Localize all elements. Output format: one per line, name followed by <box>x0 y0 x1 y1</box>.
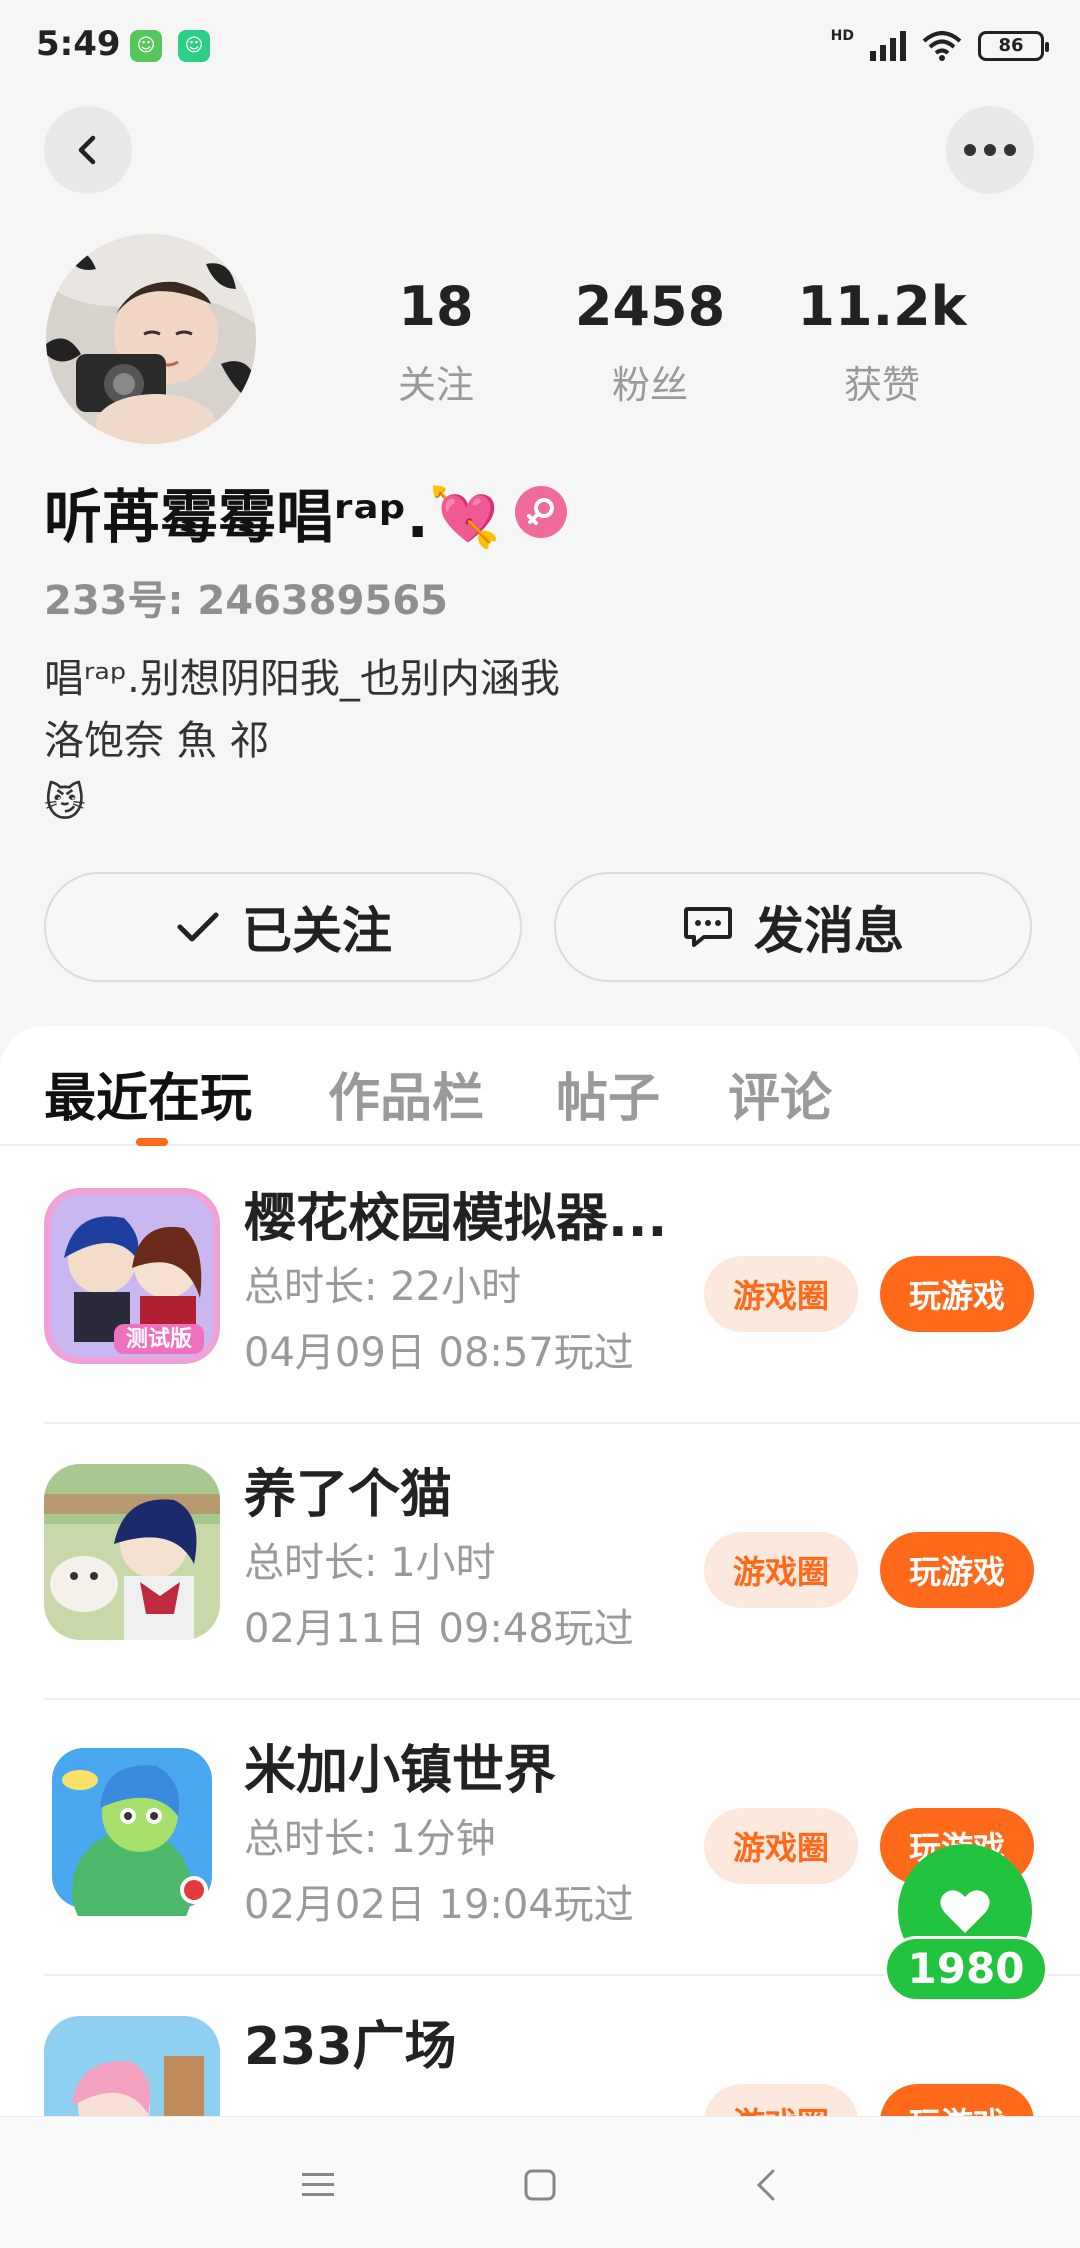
game-list-item[interactable]: 养了个猫 总时长: 1小时 02月11日 09:48玩过 游戏圈 玩游戏 <box>44 1424 1080 1700</box>
chat-bubble-icon <box>684 907 732 947</box>
tab-bar: 最近在玩 作品栏 帖子 评论 <box>0 1026 1080 1146</box>
send-message-button[interactable]: 发消息 <box>554 872 1032 982</box>
more-dots-icon <box>964 144 1016 156</box>
followed-button[interactable]: 已关注 <box>44 872 522 982</box>
tab-comments[interactable]: 评论 <box>728 1056 832 1131</box>
tab-recently-played[interactable]: 最近在玩 <box>44 1056 252 1131</box>
bio-line: 😼 <box>44 780 86 826</box>
status-bar: 5:49 ☺ ☺ HD 86 <box>0 0 1080 96</box>
back-button[interactable] <box>44 106 132 194</box>
app-notification-icon: ☺ <box>130 30 162 62</box>
game-name: 养了个猫 <box>244 1465 453 1525</box>
signal-icon <box>870 31 906 61</box>
svg-text:测试版: 测试版 <box>126 1327 192 1352</box>
stat-fans[interactable]: 2458 粉丝 <box>550 272 750 409</box>
following-count: 18 <box>398 275 474 338</box>
play-game-button[interactable]: 玩游戏 <box>880 1256 1034 1332</box>
user-id: 233号: 246389565 <box>44 578 448 624</box>
game-duration: 总时长: 1小时 <box>244 1540 496 1586</box>
game-list-item[interactable]: 测试版 樱花校园模拟器... 总时长: 22小时 04月09日 08:57玩过 … <box>44 1148 1080 1424</box>
game-last-played: 02月11日 09:48玩过 <box>244 1606 634 1652</box>
bio-line: 洛饱奈 魚 祁 <box>44 718 270 764</box>
game-name: 米加小镇世界 <box>244 1741 557 1801</box>
tab-works[interactable]: 作品栏 <box>328 1056 484 1131</box>
menu-icon[interactable] <box>290 2157 346 2213</box>
avatar-image <box>46 234 256 444</box>
game-duration: 总时长: 1分钟 <box>244 1816 496 1862</box>
game-name: 樱花校园模拟器... <box>244 1189 668 1249</box>
followed-button-label: 已关注 <box>242 902 392 960</box>
profile-nickname-row: 听苒霉霉唱ʳᵃᵖ.💘 <box>44 470 567 554</box>
game-icon: 测试版 <box>44 1188 220 1364</box>
status-time: 5:49 <box>36 24 121 64</box>
stat-following[interactable]: 18 关注 <box>336 272 536 409</box>
game-icon <box>44 2016 220 2116</box>
status-indicators: HD 86 <box>830 26 1049 66</box>
stat-likes[interactable]: 11.2k 获赞 <box>782 272 982 409</box>
floating-like-button[interactable]: 1980 <box>884 1844 1056 2004</box>
game-circle-button[interactable]: 游戏圈 <box>704 1532 858 1608</box>
home-icon[interactable] <box>512 2157 568 2213</box>
battery-indicator: 86 <box>978 31 1049 61</box>
fans-count: 2458 <box>574 275 726 338</box>
play-game-button[interactable]: 玩游戏 <box>880 2084 1034 2116</box>
bio-line: 唱ʳᵃᵖ.别想阴阳我_也别内涵我 <box>44 656 560 702</box>
avatar[interactable] <box>46 234 256 444</box>
game-last-played: 04月09日 08:57玩过 <box>244 1330 634 1376</box>
tab-posts[interactable]: 帖子 <box>556 1056 660 1131</box>
checkmark-icon <box>177 912 219 942</box>
bio: 唱ʳᵃᵖ.别想阴阳我_也别内涵我 洛饱奈 魚 祁 😼 <box>44 648 560 834</box>
game-circle-button[interactable]: 游戏圈 <box>704 2084 858 2116</box>
game-icon <box>44 1740 220 1916</box>
fans-label: 粉丝 <box>611 363 688 407</box>
back-icon[interactable] <box>738 2157 794 2213</box>
system-nav-bar <box>0 2116 1080 2248</box>
app-notification-icon: ☺ <box>178 30 210 62</box>
network-type-label: HD <box>830 28 854 44</box>
like-count: 1980 <box>884 1936 1048 2002</box>
game-name: 233广场 <box>244 2017 457 2077</box>
likes-count: 11.2k <box>797 275 967 338</box>
likes-label: 获赞 <box>843 363 920 407</box>
game-circle-button[interactable]: 游戏圈 <box>704 1256 858 1332</box>
send-message-label: 发消息 <box>754 902 904 960</box>
wifi-icon <box>922 31 962 61</box>
play-game-button[interactable]: 玩游戏 <box>880 1532 1034 1608</box>
back-arrow-icon <box>78 135 96 165</box>
game-last-played: 02月02日 19:04玩过 <box>244 1882 634 1928</box>
more-options-button[interactable] <box>946 106 1034 194</box>
nickname: 听苒霉霉唱ʳᵃᵖ.💘 <box>44 483 501 551</box>
game-duration: 总时长: 22小时 <box>244 1264 522 1310</box>
female-icon <box>514 486 567 538</box>
game-circle-button[interactable]: 游戏圈 <box>704 1808 858 1884</box>
following-label: 关注 <box>397 363 474 407</box>
active-tab-indicator <box>136 1138 168 1146</box>
game-icon <box>44 1464 220 1640</box>
